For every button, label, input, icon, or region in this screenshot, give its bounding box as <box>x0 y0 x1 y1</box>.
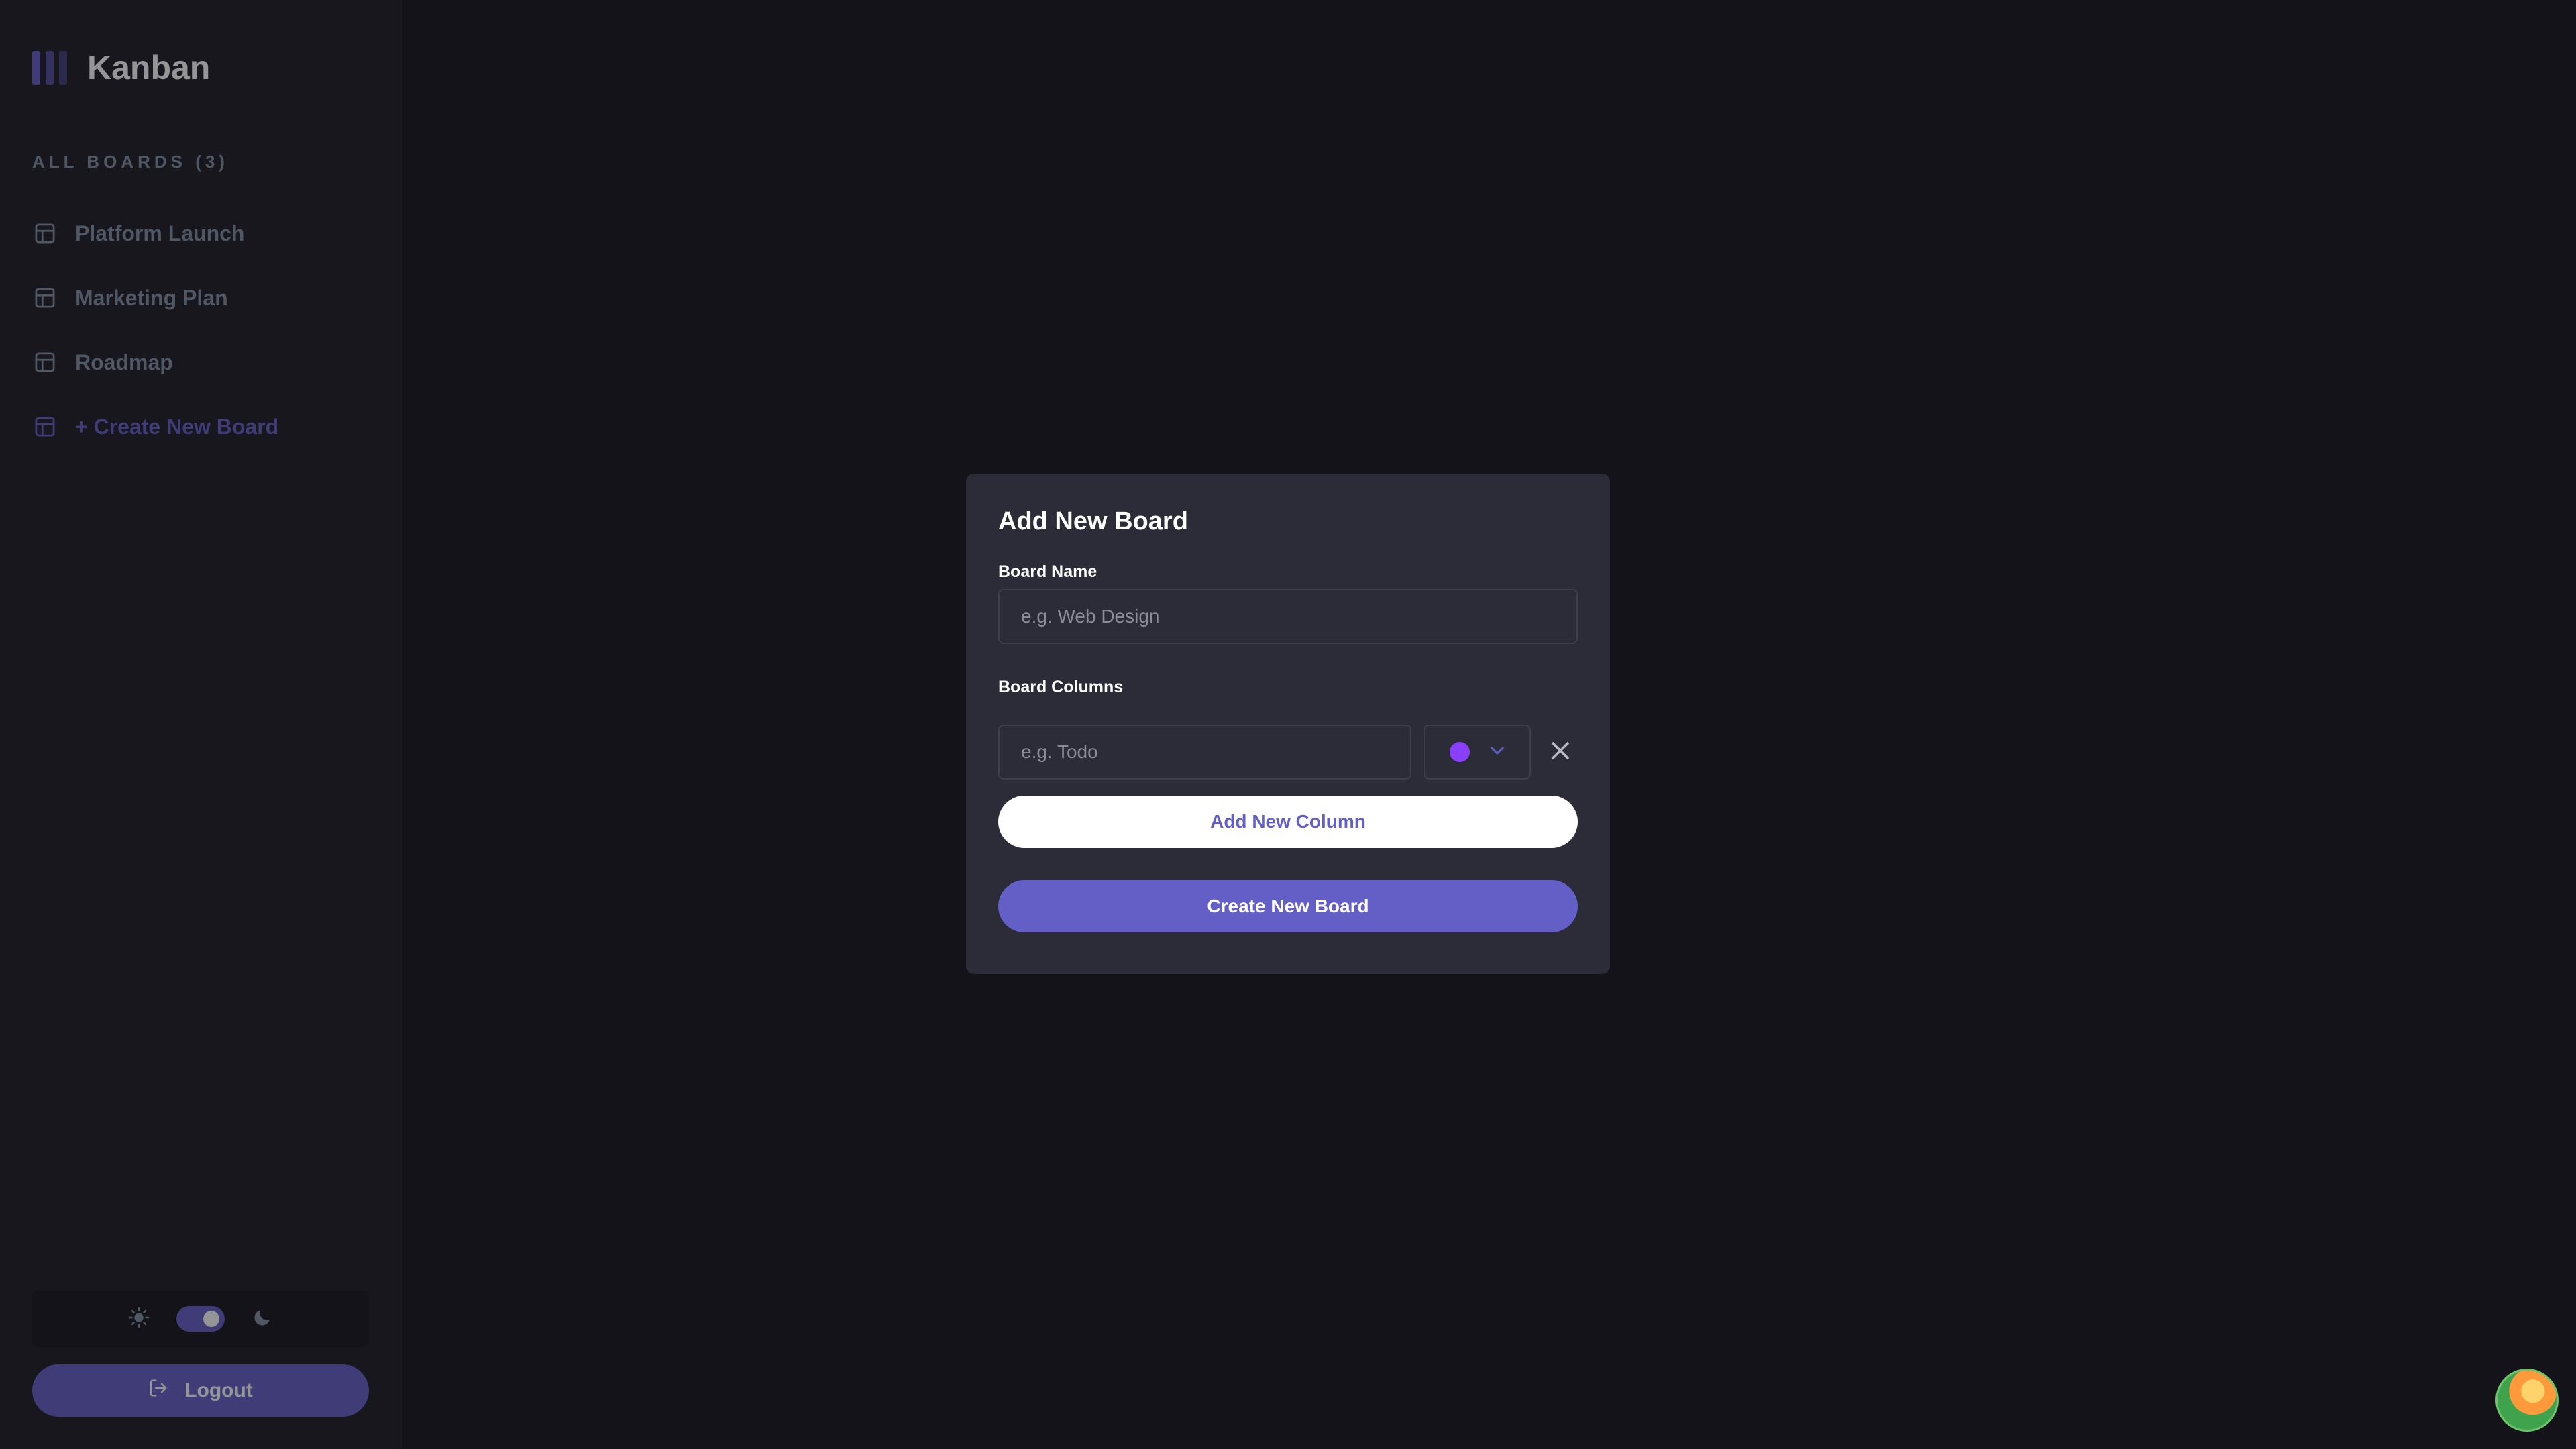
create-new-board-button[interactable]: Create New Board <box>998 880 1578 932</box>
color-swatch <box>1450 742 1470 762</box>
logout-button[interactable]: Logout <box>32 1364 369 1417</box>
sidebar-item-label: Roadmap <box>75 350 173 374</box>
board-columns-label: Board Columns <box>998 678 1124 696</box>
logo: Kanban <box>32 48 210 87</box>
board-icon <box>35 223 55 244</box>
all-boards-heading: ALL BOARDS (3) <box>32 152 229 172</box>
sidebar-item-roadmap[interactable]: Roadmap <box>0 330 402 394</box>
add-board-modal: Add New Board Board Name Board Columns A… <box>966 474 1610 974</box>
avatar[interactable] <box>2496 1368 2559 1432</box>
sidebar-item-marketing-plan[interactable]: Marketing Plan <box>0 266 402 330</box>
app: Kanban ALL BOARDS (3) Platform Launch Ma… <box>0 0 2576 1449</box>
create-new-board-link[interactable]: + Create New Board <box>0 394 402 459</box>
chevron-down-icon <box>1490 746 1505 759</box>
column-color-select[interactable] <box>1424 724 1531 780</box>
theme-toggle-switch[interactable] <box>176 1306 225 1332</box>
logout-icon <box>148 1378 168 1403</box>
sidebar-item-platform-launch[interactable]: Platform Launch <box>0 201 402 266</box>
sun-icon <box>128 1307 150 1332</box>
column-row <box>998 724 1578 780</box>
kanban-logo-icon <box>32 51 67 85</box>
remove-column-button[interactable] <box>1547 739 1574 765</box>
board-list: Platform Launch Marketing Plan Roadmap +… <box>0 201 402 459</box>
logo-text: Kanban <box>87 49 211 87</box>
modal-title: Add New Board <box>998 507 1188 535</box>
board-icon <box>35 352 55 372</box>
theme-toggle-panel <box>32 1291 369 1347</box>
sidebar-item-label: Marketing Plan <box>75 285 228 310</box>
board-icon <box>35 417 55 437</box>
close-icon <box>1550 740 1571 765</box>
board-name-input[interactable] <box>998 589 1578 644</box>
sidebar-item-label: Platform Launch <box>75 221 245 246</box>
moon-icon <box>252 1307 273 1332</box>
board-icon <box>35 288 55 308</box>
add-new-column-button[interactable]: Add New Column <box>998 796 1578 848</box>
column-name-input[interactable] <box>998 724 1411 780</box>
sidebar: Kanban ALL BOARDS (3) Platform Launch Ma… <box>0 0 402 1449</box>
logout-label: Logout <box>184 1379 253 1401</box>
board-name-label: Board Name <box>998 562 1097 581</box>
create-new-board-label: + Create New Board <box>75 414 279 439</box>
